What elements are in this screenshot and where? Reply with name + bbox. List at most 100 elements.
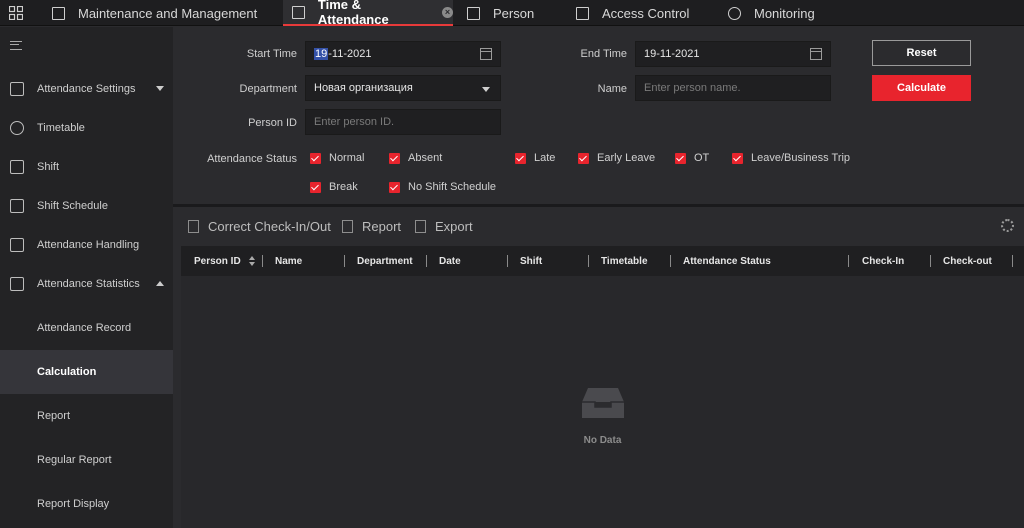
calendar-icon xyxy=(292,5,305,19)
department-select[interactable]: Новая организация xyxy=(305,75,501,101)
sidebar: Attendance Settings Timetable Shift Shif… xyxy=(0,27,173,528)
correct-check-in-out-button[interactable]: Correct Check-In/Out xyxy=(188,219,331,234)
column-separator[interactable] xyxy=(262,255,263,267)
person-id-input[interactable]: Enter person ID. xyxy=(305,109,501,135)
sidebar-item-shift-schedule[interactable]: Shift Schedule xyxy=(0,186,173,225)
column-header-label: Check-out xyxy=(943,255,992,267)
checkbox-label: Leave/Business Trip xyxy=(751,152,851,164)
tab-person[interactable]: Person xyxy=(467,0,557,26)
column-header-label: Department xyxy=(357,255,413,267)
column-separator[interactable] xyxy=(930,255,931,267)
sidebar-item-attendance-statistics[interactable]: Attendance Statistics xyxy=(0,264,173,303)
column-separator[interactable] xyxy=(507,255,508,267)
sidebar-item-label: Timetable xyxy=(37,121,85,134)
chevron-down-icon xyxy=(482,87,490,92)
sidebar-item-attendance-settings[interactable]: Attendance Settings xyxy=(0,69,173,108)
checkbox-label: Absent xyxy=(408,152,443,164)
name-label: Name xyxy=(597,83,627,95)
checkbox-checked-icon xyxy=(310,181,321,193)
column-separator[interactable] xyxy=(848,255,849,267)
sidebar-item-shift[interactable]: Shift xyxy=(0,147,173,186)
checkbox-ot[interactable]: OT xyxy=(675,152,709,164)
toolbar-label: Report xyxy=(362,219,402,234)
checkbox-absent[interactable]: Absent xyxy=(389,152,442,164)
checkbox-no-shift-schedule[interactable]: No Shift Schedule xyxy=(389,181,496,193)
column-header-person-id[interactable]: Person ID xyxy=(194,246,255,276)
attendance-status-label: Attendance Status xyxy=(207,153,297,165)
checkbox-leave-business-trip[interactable]: Leave/Business Trip xyxy=(732,152,850,164)
column-header-department[interactable]: Department xyxy=(357,246,413,276)
department-value: Новая организация xyxy=(314,82,413,94)
calendar-icon[interactable] xyxy=(480,48,492,60)
sidebar-item-timetable[interactable]: Timetable xyxy=(0,108,173,147)
sidebar-subitem-attendance-record[interactable]: Attendance Record xyxy=(0,306,173,350)
sidebar-subitem-report[interactable]: Report xyxy=(0,394,173,438)
checkbox-checked-icon xyxy=(310,152,321,164)
checkbox-break[interactable]: Break xyxy=(310,181,358,193)
column-header-timetable[interactable]: Timetable xyxy=(601,246,648,276)
sidebar-item-attendance-handling[interactable]: Attendance Handling xyxy=(0,225,173,264)
checkbox-label: Normal xyxy=(329,152,365,164)
calendar-icon[interactable] xyxy=(810,48,822,60)
checkbox-label: Early Leave xyxy=(597,152,656,164)
name-input[interactable]: Enter person name. xyxy=(635,75,831,101)
column-separator[interactable] xyxy=(1012,255,1013,267)
column-header-label: Attendance Status xyxy=(683,255,771,267)
export-icon xyxy=(415,220,426,233)
column-separator[interactable] xyxy=(426,255,427,267)
end-time-label: End Time xyxy=(580,48,627,60)
checkbox-checked-icon xyxy=(732,152,743,164)
column-header-shift[interactable]: Shift xyxy=(520,246,542,276)
column-header-label: Name xyxy=(275,255,303,267)
reset-button[interactable]: Reset xyxy=(872,40,971,66)
tab-label: Maintenance and Management xyxy=(78,5,258,21)
column-separator[interactable] xyxy=(670,255,671,267)
tab-access-control[interactable]: Access Control xyxy=(576,0,706,26)
grid-menu-icon[interactable] xyxy=(9,6,23,20)
checkbox-late[interactable]: Late xyxy=(515,152,555,164)
column-separator[interactable] xyxy=(588,255,589,267)
column-header-date[interactable]: Date xyxy=(439,246,461,276)
sidebar-item-label: Shift Schedule xyxy=(37,199,108,212)
checkbox-label: No Shift Schedule xyxy=(408,181,497,193)
export-button[interactable]: Export xyxy=(415,219,473,234)
tab-label: Monitoring xyxy=(754,5,815,21)
sidebar-subitem-calculation[interactable]: Calculation xyxy=(0,350,173,394)
hamburger-menu-icon[interactable] xyxy=(10,41,22,50)
filter-panel: Start Time 19 -11-2021 End Time 19-11-202… xyxy=(173,27,1024,204)
sidebar-item-label: Attendance Settings xyxy=(37,82,136,95)
column-separator[interactable] xyxy=(344,255,345,267)
table-toolbar: Correct Check-In/Out Report Export xyxy=(173,207,1024,245)
checkbox-checked-icon xyxy=(515,152,526,164)
sort-icon[interactable] xyxy=(248,256,255,266)
end-time-field[interactable]: 19-11-2021 xyxy=(635,41,831,67)
calculate-button[interactable]: Calculate xyxy=(872,75,971,101)
sidebar-subitem-label: Attendance Record xyxy=(37,322,132,334)
sidebar-subitem-regular-report[interactable]: Regular Report xyxy=(0,438,173,482)
chevron-down-icon xyxy=(156,86,164,91)
clock-icon xyxy=(10,120,24,135)
column-header-check-in[interactable]: Check-In xyxy=(862,246,904,276)
sidebar-subitem-label: Calculation xyxy=(37,366,97,378)
checkbox-early-leave[interactable]: Early Leave xyxy=(578,152,655,164)
chevron-up-icon xyxy=(156,281,164,286)
tab-monitoring[interactable]: Monitoring xyxy=(728,0,838,26)
start-time-field[interactable]: 19 -11-2021 xyxy=(305,41,501,67)
report-button[interactable]: Report xyxy=(342,219,401,234)
empty-state-text: No Data xyxy=(583,435,622,446)
checkbox-checked-icon xyxy=(675,152,686,164)
column-header-check-out[interactable]: Check-out xyxy=(943,246,992,276)
sidebar-item-label: Attendance Handling xyxy=(37,238,140,251)
tab-maintenance[interactable]: Maintenance and Management xyxy=(44,0,264,26)
tab-label: Time & Attendance xyxy=(317,0,389,27)
column-header-label: Check-In xyxy=(862,255,905,267)
column-header-attendance-status[interactable]: Attendance Status xyxy=(683,246,771,276)
sidebar-subitem-report-display[interactable]: Report Display xyxy=(0,482,173,526)
checkbox-normal[interactable]: Normal xyxy=(310,152,364,164)
settings-icon xyxy=(10,81,24,96)
sidebar-subitem-label: Regular Report xyxy=(37,454,112,466)
gear-icon[interactable] xyxy=(1001,219,1014,232)
tab-time-attendance[interactable]: Time & Attendance × xyxy=(283,0,453,27)
close-icon[interactable]: × xyxy=(442,6,453,18)
column-header-name[interactable]: Name xyxy=(275,246,302,276)
